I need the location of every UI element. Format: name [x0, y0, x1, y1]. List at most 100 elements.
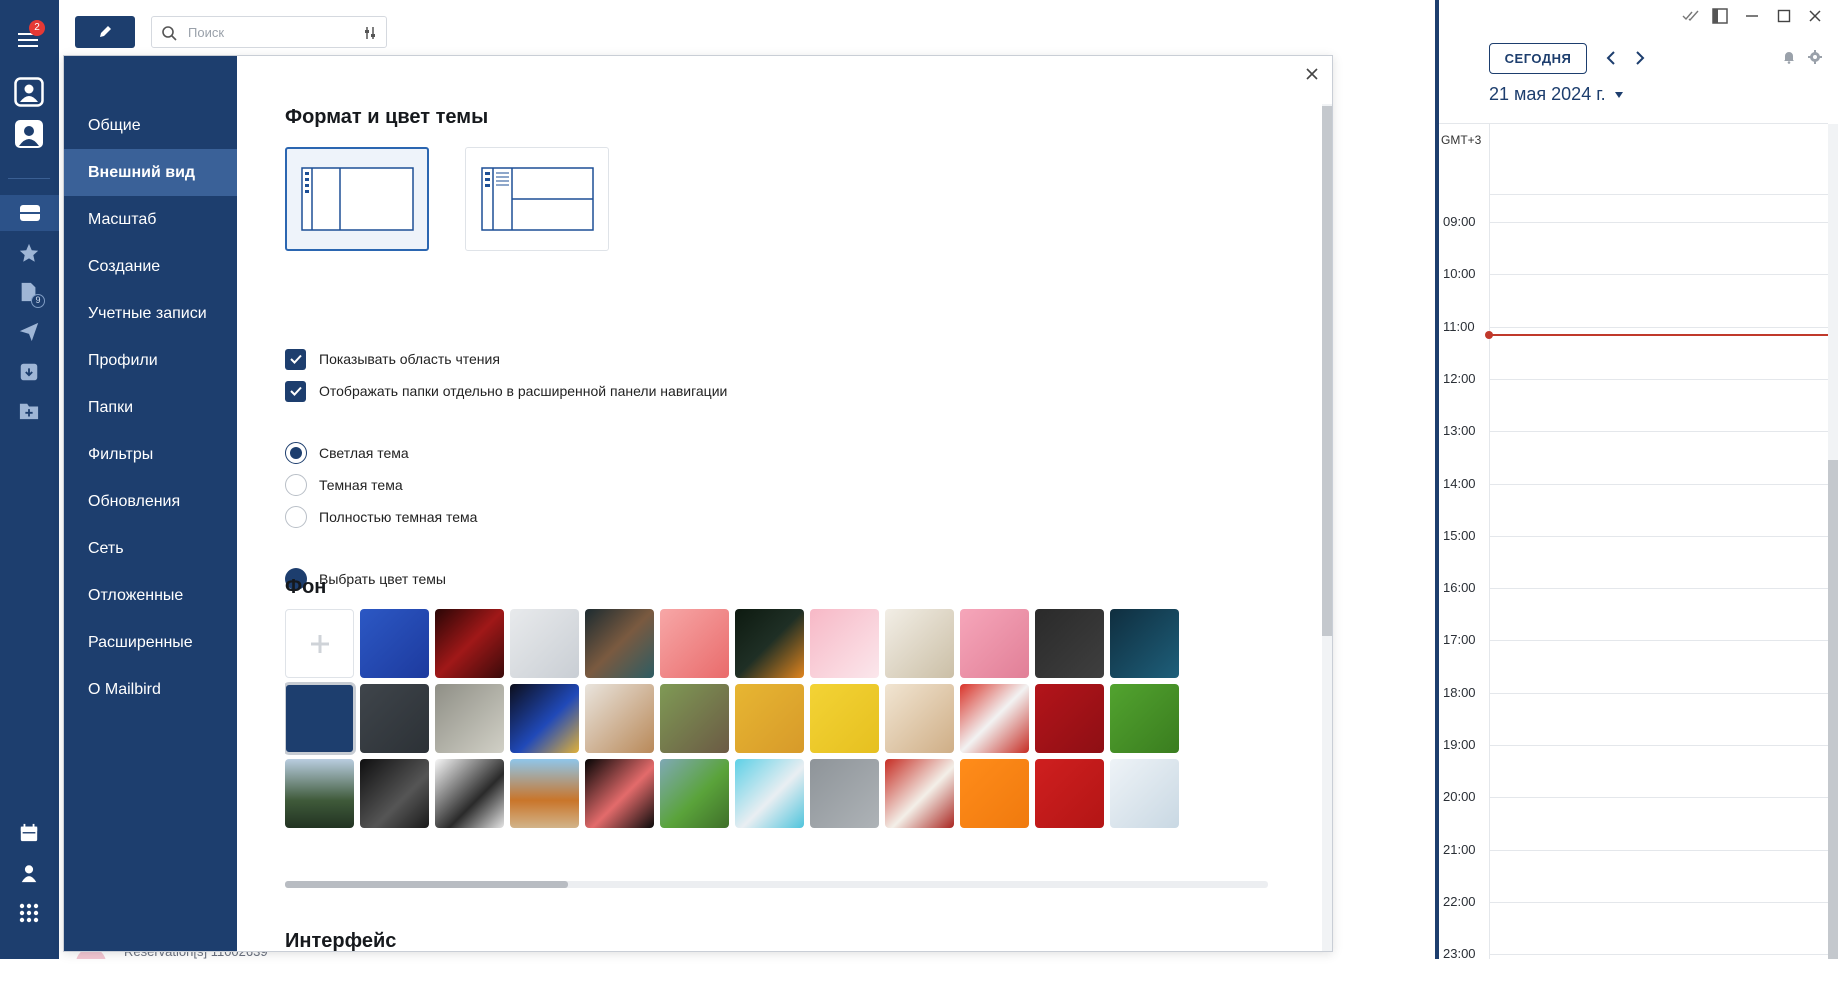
background-tile-parrot-orange[interactable] [735, 609, 804, 678]
hour-row[interactable]: 17:00 [1439, 632, 1828, 690]
today-button[interactable]: СЕГОДНЯ [1489, 43, 1587, 74]
settings-nav-item[interactable]: Фильтры [64, 431, 237, 478]
background-tile-flamingo-dark[interactable] [585, 759, 654, 828]
settings-nav-item[interactable]: Обновления [64, 478, 237, 525]
background-tile-candy-canes[interactable] [960, 684, 1029, 753]
background-tile-christmas-grey[interactable] [810, 759, 879, 828]
settings-nav-item[interactable]: Общие [64, 102, 237, 149]
dialog-scrollbar-thumb[interactable] [1322, 106, 1332, 636]
starred-button[interactable] [9, 235, 49, 271]
settings-nav-item[interactable]: Масштаб [64, 196, 237, 243]
radio-light-theme[interactable]: Светлая тема [285, 442, 409, 464]
calendar-scrollbar-thumb[interactable] [1828, 460, 1838, 959]
hour-row[interactable]: 23:00 [1439, 946, 1828, 1004]
background-tile-pointer-dog[interactable] [435, 759, 504, 828]
background-tile-cocoa-mug[interactable] [885, 759, 954, 828]
radio-dark-theme[interactable]: Темная тема [285, 474, 403, 496]
account-switch-button[interactable] [9, 74, 49, 110]
background-tile-bulldog-yellow[interactable] [735, 684, 804, 753]
filter-sliders-icon[interactable] [362, 25, 378, 41]
background-tile-tabby-cat[interactable] [660, 684, 729, 753]
date-picker[interactable]: 21 мая 2024 г. [1489, 84, 1624, 105]
background-tile-dog-beach[interactable] [510, 759, 579, 828]
next-day-button[interactable] [1630, 48, 1650, 68]
checkbox[interactable] [285, 380, 306, 402]
background-tile-iguana[interactable] [660, 759, 729, 828]
background-tile-deer-orange[interactable] [960, 759, 1029, 828]
hour-row[interactable]: 18:00 [1439, 685, 1828, 743]
search-box[interactable] [151, 16, 387, 48]
hour-row[interactable]: 19:00 [1439, 737, 1828, 795]
background-tile-dragon-red[interactable] [1035, 759, 1104, 828]
hour-row[interactable]: 16:00 [1439, 580, 1828, 638]
hour-row[interactable]: 10:00 [1439, 266, 1828, 324]
settings-nav-item[interactable]: Профили [64, 337, 237, 384]
settings-nav-item[interactable]: Создание [64, 243, 237, 290]
background-tile-lion-red[interactable] [1035, 684, 1104, 753]
prev-day-button[interactable] [1601, 48, 1621, 68]
reminders-button[interactable] [1780, 48, 1798, 66]
background-tile-solid-navy[interactable] [285, 682, 356, 755]
background-gallery-scrollbar[interactable] [285, 881, 1268, 888]
hour-row[interactable]: 13:00 [1439, 423, 1828, 481]
calendar-settings-button[interactable] [1806, 48, 1824, 66]
layout-option-compact[interactable] [465, 147, 609, 251]
compose-button[interactable] [75, 16, 135, 48]
settings-nav-item[interactable]: Расширенные [64, 619, 237, 666]
background-tile-cat-cyan[interactable] [735, 759, 804, 828]
hour-row[interactable]: 20:00 [1439, 789, 1828, 847]
settings-nav-item[interactable]: Учетные записи [64, 290, 237, 337]
settings-nav-item[interactable]: Отложенные [64, 572, 237, 619]
radio-full-dark-theme[interactable]: Полностью темная тема [285, 506, 477, 528]
checkbox-separate-folders[interactable]: Отображать папки отдельно в расширенной … [285, 380, 727, 402]
mark-read-button[interactable] [1681, 6, 1701, 26]
new-folder-button[interactable] [9, 393, 49, 429]
add-background-button[interactable] [285, 609, 354, 678]
sent-button[interactable] [9, 314, 49, 350]
close-button[interactable] [1300, 62, 1324, 86]
maximize-button[interactable] [1774, 6, 1794, 26]
archive-button[interactable] [9, 354, 49, 390]
account-button[interactable] [9, 116, 49, 152]
hour-row[interactable]: 12:00 [1439, 371, 1828, 429]
settings-nav-item[interactable]: Папки [64, 384, 237, 431]
background-tile-poodle[interactable] [585, 684, 654, 753]
scheduled-button[interactable]: 9 [9, 274, 49, 310]
background-tile-winter-white[interactable] [1110, 759, 1179, 828]
background-tile-flamingo-pink[interactable] [660, 609, 729, 678]
apps-button[interactable] [9, 895, 49, 931]
checkbox-reading-pane[interactable]: Показывать область чтения [285, 348, 500, 370]
background-tile-steampunk[interactable] [435, 684, 504, 753]
background-tile-easter-eggs[interactable] [885, 609, 954, 678]
background-tile-white-cat[interactable] [510, 609, 579, 678]
hour-row[interactable]: 21:00 [1439, 842, 1828, 900]
settings-nav-item[interactable]: Сеть [64, 525, 237, 572]
hour-row[interactable]: 22:00 [1439, 894, 1828, 952]
toggle-panel-button[interactable] [1710, 6, 1730, 26]
search-input[interactable] [186, 22, 346, 42]
menu-button[interactable]: 2 [9, 20, 49, 58]
background-tile-husky-yellow[interactable] [810, 684, 879, 753]
settings-nav-item[interactable]: О Mailbird [64, 666, 237, 713]
background-tile-easter-basket[interactable] [885, 684, 954, 753]
background-tile-robot-dark[interactable] [360, 759, 429, 828]
layout-option-classic[interactable] [285, 147, 429, 251]
settings-nav-item[interactable]: Внешний вид [64, 149, 237, 196]
radio-button[interactable] [285, 442, 307, 464]
hour-row[interactable]: 11:00 [1439, 319, 1828, 377]
background-tile-dragon-dark[interactable] [1035, 609, 1104, 678]
radio-button[interactable] [285, 474, 307, 496]
hour-row[interactable]: 14:00 [1439, 476, 1828, 534]
background-tile-ocean-blue[interactable] [1110, 609, 1179, 678]
background-tile-blue-logo[interactable] [360, 609, 429, 678]
background-tile-macaw[interactable] [510, 684, 579, 753]
checkbox[interactable] [285, 348, 306, 370]
background-tile-samoyed[interactable] [810, 609, 879, 678]
calendar-button[interactable] [9, 815, 49, 851]
radio-button[interactable] [285, 506, 307, 528]
minimize-button[interactable] [1742, 6, 1762, 26]
background-tile-green-leaf[interactable] [1110, 684, 1179, 753]
scrollbar-thumb[interactable] [285, 881, 568, 888]
background-tile-waterfall-bridge[interactable] [285, 759, 354, 828]
background-tile-wolf-dark[interactable] [360, 684, 429, 753]
